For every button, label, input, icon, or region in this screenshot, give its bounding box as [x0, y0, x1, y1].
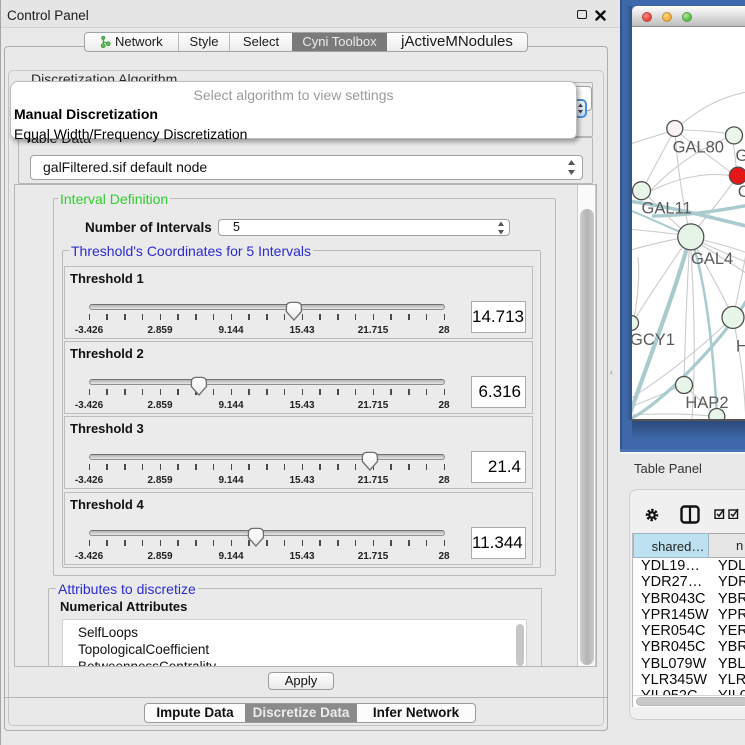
svg-text:H: H — [736, 338, 745, 356]
svg-text:G.: G. — [736, 147, 745, 165]
svg-text:GCY1: GCY1 — [632, 331, 675, 349]
svg-text:HAP2: HAP2 — [685, 394, 728, 412]
svg-text:GAL11: GAL11 — [642, 199, 692, 217]
svg-text:GAL4: GAL4 — [691, 250, 733, 268]
svg-text:GAL80: GAL80 — [673, 139, 724, 157]
svg-text:C: C — [738, 183, 745, 201]
